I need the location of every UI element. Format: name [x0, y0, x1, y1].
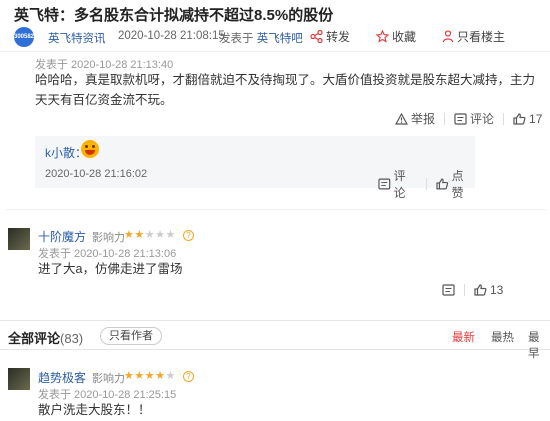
comment-icon: [378, 178, 391, 190]
stock-logo[interactable]: 300582: [14, 27, 34, 47]
star-filled-icon: ★: [155, 370, 166, 382]
share-label: 转发: [326, 30, 351, 44]
thumbs-up-icon: [436, 178, 449, 190]
comment-actions: 13: [442, 283, 503, 297]
bar-link[interactable]: 英飞特吧: [257, 33, 303, 45]
separator: [503, 112, 505, 125]
star-empty-icon: ★: [155, 229, 166, 241]
all-comments-count: (83): [60, 331, 84, 346]
separator: [444, 112, 446, 125]
avatar[interactable]: [8, 368, 30, 390]
comment-divider: [6, 209, 546, 210]
comment-text: 哈哈哈，真是取款机呀，才翻倍就迫不及待掏现了。大盾价值投资就是股东超大减持，主力…: [35, 73, 536, 107]
separator: [464, 284, 465, 296]
like-count: 17: [529, 111, 543, 126]
separator: [426, 178, 427, 190]
star-filled-icon: ★: [134, 370, 145, 382]
reply-comment-label: 评论: [393, 169, 406, 200]
comment-button[interactable]: [442, 284, 455, 296]
star-icon: [376, 30, 389, 43]
warning-icon: [395, 112, 408, 125]
share-button[interactable]: 转发: [310, 28, 350, 45]
comment-text: 散户洗走大股东！！: [38, 403, 151, 417]
laugh-emoji-icon: [81, 140, 99, 158]
username[interactable]: 十阶魔方: [38, 228, 86, 245]
author-only-filter[interactable]: 只看作者: [100, 327, 162, 345]
article-header: 英飞特：多名股东合计拟减持不超过8.5%的股份 300582 英飞特资讯 202…: [0, 0, 550, 52]
page-title: 英飞特：多名股东合计拟减持不超过8.5%的股份: [14, 7, 334, 24]
reply-box: k小散： 2020-10-28 21:16:02 评论 点赞: [35, 136, 475, 200]
favorite-button[interactable]: 收藏: [376, 28, 416, 45]
influence-label: 影响力: [92, 373, 125, 385]
reply-comment-button[interactable]: 评论: [378, 167, 417, 201]
comment-label: 评论: [470, 112, 495, 126]
question-icon[interactable]: ?: [183, 371, 194, 382]
comment-icon: [442, 284, 455, 296]
comment-button[interactable]: 评论: [454, 110, 494, 127]
all-comments-bar: 全部评论(83) 只看作者 最新 最热 最早: [0, 320, 550, 360]
reply-time: 2020-10-28 21:16:02: [45, 168, 148, 180]
all-comments-label: 全部评论: [8, 331, 61, 346]
header-divider: [0, 51, 550, 52]
sort-earliest[interactable]: 最早: [528, 329, 550, 361]
username[interactable]: 趋势极客: [38, 369, 86, 386]
published-in: 发表于 英飞特吧: [219, 30, 303, 46]
question-icon[interactable]: ?: [183, 230, 194, 241]
author-only-button[interactable]: 只看楼主: [442, 28, 505, 45]
sort-latest[interactable]: 最新: [452, 329, 475, 345]
favorite-label: 收藏: [392, 30, 417, 44]
sort-hot[interactable]: 最热: [491, 329, 514, 345]
thumbs-up-icon: [513, 112, 526, 125]
source-link[interactable]: 英飞特资讯: [48, 30, 106, 46]
star-empty-icon: ★: [165, 229, 176, 241]
star-filled-icon: ★: [124, 229, 135, 241]
reply-actions: 评论 点赞: [378, 167, 475, 201]
report-label: 举报: [411, 112, 436, 126]
thumbs-up-icon: [474, 284, 487, 296]
share-icon: [310, 30, 323, 43]
comment-actions: 举报 评论 17: [395, 110, 542, 127]
influence-stars: ★★★★★: [124, 369, 176, 382]
reply-like-button[interactable]: 点赞: [436, 167, 475, 201]
all-comments-title: 全部评论(83): [8, 328, 83, 347]
star-filled-icon: ★: [144, 370, 156, 382]
comment-text: 进了大a，仿佛走进了雷场: [38, 262, 183, 276]
influence-stars: ★★★★★: [124, 228, 176, 241]
star-filled-icon: ★: [124, 370, 135, 382]
author-only-label: 只看楼主: [457, 30, 506, 44]
publish-time: 2020-10-28 21:08:15: [118, 30, 225, 42]
article-meta: 300582 英飞特资讯 2020-10-28 21:08:15 发表于 英飞特…: [14, 26, 550, 48]
star-empty-icon: ★: [165, 370, 176, 382]
avatar[interactable]: [8, 228, 30, 250]
report-button[interactable]: 举报: [395, 110, 435, 127]
star-filled-icon: ★: [134, 229, 145, 241]
published-in-prefix: 发表于: [219, 33, 254, 45]
person-icon: [442, 30, 454, 43]
comment-icon: [454, 112, 467, 125]
star-empty-icon: ★: [144, 229, 156, 241]
like-count: 13: [490, 283, 504, 297]
like-button[interactable]: 13: [474, 283, 503, 297]
reply-like-label: 点赞: [451, 169, 464, 200]
like-button[interactable]: 17: [513, 112, 542, 126]
influence-label: 影响力: [92, 232, 125, 244]
